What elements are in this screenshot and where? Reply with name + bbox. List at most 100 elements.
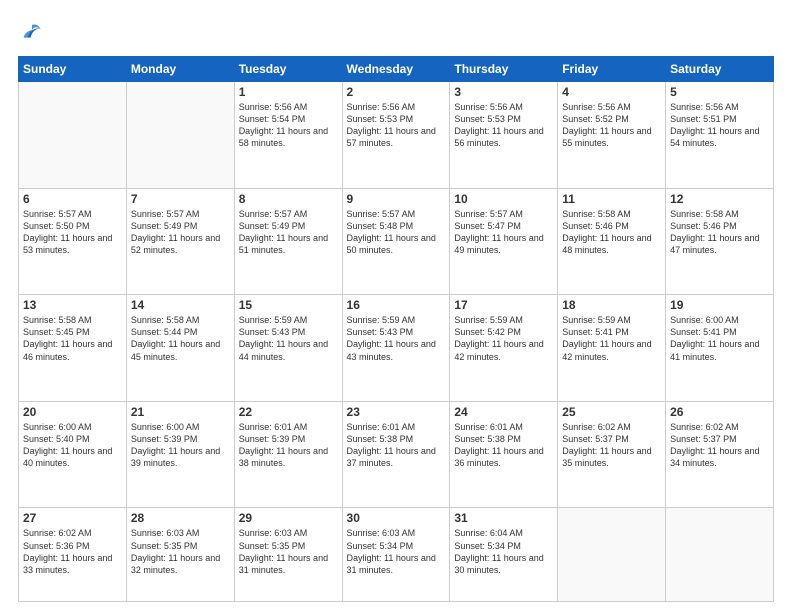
day-cell-25: 25Sunrise: 6:02 AMSunset: 5:37 PMDayligh… — [558, 401, 666, 508]
day-number: 17 — [454, 298, 553, 312]
day-info: Sunrise: 6:00 AMSunset: 5:40 PMDaylight:… — [23, 421, 122, 470]
day-cell-20: 20 Sunrise: 6:00 AMSunset: 5:40 PMDayligh… — [19, 401, 127, 508]
day-number: 25 — [562, 405, 661, 419]
day-info: Sunrise: 6:03 AMSunset: 5:34 PMDaylight:… — [347, 527, 446, 576]
day-number: 31 — [454, 511, 553, 525]
empty-cell — [19, 82, 127, 189]
day-number: 27 — [23, 511, 122, 525]
day-number: 24 — [454, 405, 553, 419]
day-cell-24: 24 Sunrise: 6:01 AMSunset: 5:38 PMDayligh… — [450, 401, 558, 508]
day-info: Sunrise: 5:58 AMSunset: 5:45 PMDaylight:… — [23, 314, 122, 363]
day-info: Sunrise: 5:56 AMSunset: 5:52 PMDaylight:… — [562, 101, 661, 150]
week-row-4: 20 Sunrise: 6:00 AMSunset: 5:40 PMDayligh… — [19, 401, 774, 508]
day-number: 4 — [562, 85, 661, 99]
day-number: 5 — [670, 85, 769, 99]
day-number: 7 — [131, 192, 230, 206]
day-cell-31: 31 Sunrise: 6:04 AMSunset: 5:34 PMDayligh… — [450, 508, 558, 602]
day-cell-2: 2 Sunrise: 5:56 AMSunset: 5:53 PMDaylight… — [342, 82, 450, 189]
calendar-header-sunday: Sunday — [19, 57, 127, 82]
day-number: 11 — [562, 192, 661, 206]
day-cell-29: 29 Sunrise: 6:03 AMSunset: 5:35 PMDayligh… — [234, 508, 342, 602]
day-info: Sunrise: 6:00 AMSunset: 5:39 PMDaylight:… — [131, 421, 230, 470]
day-info: Sunrise: 5:56 AMSunset: 5:51 PMDaylight:… — [670, 101, 769, 150]
day-number: 10 — [454, 192, 553, 206]
day-cell-13: 13 Sunrise: 5:58 AMSunset: 5:45 PMDayligh… — [19, 295, 127, 402]
day-cell-30: 30 Sunrise: 6:03 AMSunset: 5:34 PMDayligh… — [342, 508, 450, 602]
calendar-header-tuesday: Tuesday — [234, 57, 342, 82]
day-number: 21 — [131, 405, 230, 419]
day-number: 8 — [239, 192, 338, 206]
day-number: 2 — [347, 85, 446, 99]
day-cell-7: 7 Sunrise: 5:57 AMSunset: 5:49 PMDaylight… — [126, 188, 234, 295]
day-info: Sunrise: 5:57 AMSunset: 5:47 PMDaylight:… — [454, 208, 553, 257]
logo — [18, 18, 50, 46]
day-number: 20 — [23, 405, 122, 419]
day-info: Sunrise: 5:56 AMSunset: 5:54 PMDaylight:… — [239, 101, 338, 150]
calendar-header-friday: Friday — [558, 57, 666, 82]
calendar: SundayMondayTuesdayWednesdayThursdayFrid… — [18, 56, 774, 602]
day-cell-3: 3 Sunrise: 5:56 AMSunset: 5:53 PMDaylight… — [450, 82, 558, 189]
day-info: Sunrise: 5:56 AMSunset: 5:53 PMDaylight:… — [347, 101, 446, 150]
day-number: 9 — [347, 192, 446, 206]
calendar-header-monday: Monday — [126, 57, 234, 82]
day-info: Sunrise: 6:02 AMSunset: 5:37 PMDaylight:… — [670, 421, 769, 470]
day-info: Sunrise: 6:03 AMSunset: 5:35 PMDaylight:… — [239, 527, 338, 576]
logo-bird-icon — [18, 18, 46, 46]
day-cell-6: 6Sunrise: 5:57 AMSunset: 5:50 PMDaylight… — [19, 188, 127, 295]
day-cell-10: 10 Sunrise: 5:57 AMSunset: 5:47 PMDayligh… — [450, 188, 558, 295]
day-info: Sunrise: 5:59 AMSunset: 5:42 PMDaylight:… — [454, 314, 553, 363]
day-cell-26: 26 Sunrise: 6:02 AMSunset: 5:37 PMDayligh… — [666, 401, 774, 508]
day-number: 6 — [23, 192, 122, 206]
empty-cell — [558, 508, 666, 602]
calendar-header-saturday: Saturday — [666, 57, 774, 82]
day-number: 3 — [454, 85, 553, 99]
day-info: Sunrise: 6:00 AMSunset: 5:41 PMDaylight:… — [670, 314, 769, 363]
header — [18, 18, 774, 46]
week-row-5: 27 Sunrise: 6:02 AMSunset: 5:36 PMDayligh… — [19, 508, 774, 602]
day-info: Sunrise: 5:59 AMSunset: 5:41 PMDaylight:… — [562, 314, 661, 363]
week-row-1: 1 Sunrise: 5:56 AMSunset: 5:54 PMDaylight… — [19, 82, 774, 189]
day-info: Sunrise: 6:01 AMSunset: 5:39 PMDaylight:… — [239, 421, 338, 470]
day-info: Sunrise: 6:03 AMSunset: 5:35 PMDaylight:… — [131, 527, 230, 576]
day-cell-8: 8 Sunrise: 5:57 AMSunset: 5:49 PMDaylight… — [234, 188, 342, 295]
day-info: Sunrise: 6:01 AMSunset: 5:38 PMDaylight:… — [347, 421, 446, 470]
calendar-header-row: SundayMondayTuesdayWednesdayThursdayFrid… — [19, 57, 774, 82]
day-number: 22 — [239, 405, 338, 419]
day-info: Sunrise: 5:56 AMSunset: 5:53 PMDaylight:… — [454, 101, 553, 150]
day-cell-18: 18Sunrise: 5:59 AMSunset: 5:41 PMDayligh… — [558, 295, 666, 402]
calendar-header-wednesday: Wednesday — [342, 57, 450, 82]
day-info: Sunrise: 5:57 AMSunset: 5:49 PMDaylight:… — [239, 208, 338, 257]
day-number: 15 — [239, 298, 338, 312]
page: SundayMondayTuesdayWednesdayThursdayFrid… — [0, 0, 792, 612]
day-number: 28 — [131, 511, 230, 525]
day-number: 1 — [239, 85, 338, 99]
day-info: Sunrise: 5:58 AMSunset: 5:46 PMDaylight:… — [670, 208, 769, 257]
day-cell-15: 15 Sunrise: 5:59 AMSunset: 5:43 PMDayligh… — [234, 295, 342, 402]
day-number: 26 — [670, 405, 769, 419]
day-cell-23: 23Sunrise: 6:01 AMSunset: 5:38 PMDayligh… — [342, 401, 450, 508]
day-number: 12 — [670, 192, 769, 206]
day-cell-27: 27 Sunrise: 6:02 AMSunset: 5:36 PMDayligh… — [19, 508, 127, 602]
day-number: 19 — [670, 298, 769, 312]
day-cell-21: 21 Sunrise: 6:00 AMSunset: 5:39 PMDayligh… — [126, 401, 234, 508]
day-info: Sunrise: 5:57 AMSunset: 5:48 PMDaylight:… — [347, 208, 446, 257]
calendar-header-thursday: Thursday — [450, 57, 558, 82]
empty-cell — [666, 508, 774, 602]
day-cell-5: 5 Sunrise: 5:56 AMSunset: 5:51 PMDaylight… — [666, 82, 774, 189]
day-cell-9: 9 Sunrise: 5:57 AMSunset: 5:48 PMDaylight… — [342, 188, 450, 295]
week-row-3: 13 Sunrise: 5:58 AMSunset: 5:45 PMDayligh… — [19, 295, 774, 402]
day-number: 29 — [239, 511, 338, 525]
week-row-2: 6Sunrise: 5:57 AMSunset: 5:50 PMDaylight… — [19, 188, 774, 295]
day-cell-22: 22 Sunrise: 6:01 AMSunset: 5:39 PMDayligh… — [234, 401, 342, 508]
day-info: Sunrise: 5:58 AMSunset: 5:44 PMDaylight:… — [131, 314, 230, 363]
day-info: Sunrise: 5:58 AMSunset: 5:46 PMDaylight:… — [562, 208, 661, 257]
day-info: Sunrise: 6:02 AMSunset: 5:36 PMDaylight:… — [23, 527, 122, 576]
day-info: Sunrise: 5:57 AMSunset: 5:49 PMDaylight:… — [131, 208, 230, 257]
day-cell-4: 4 Sunrise: 5:56 AMSunset: 5:52 PMDaylight… — [558, 82, 666, 189]
day-number: 13 — [23, 298, 122, 312]
day-number: 30 — [347, 511, 446, 525]
day-info: Sunrise: 6:04 AMSunset: 5:34 PMDaylight:… — [454, 527, 553, 576]
empty-cell — [126, 82, 234, 189]
day-info: Sunrise: 5:59 AMSunset: 5:43 PMDaylight:… — [239, 314, 338, 363]
day-info: Sunrise: 6:01 AMSunset: 5:38 PMDaylight:… — [454, 421, 553, 470]
